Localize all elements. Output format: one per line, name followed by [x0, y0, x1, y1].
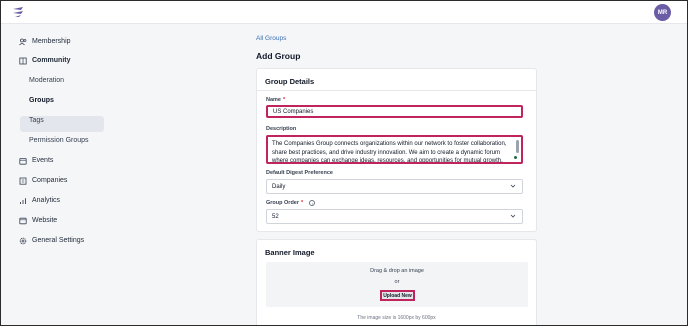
calendar-icon	[19, 157, 27, 165]
banner-image-card: Banner Image Drag & drop an image or Upl…	[256, 239, 537, 325]
dropzone-text: Drag & drop an image	[370, 268, 424, 274]
sidebar-item-website[interactable]: Website	[19, 213, 57, 228]
group-order-select[interactable]: 52	[266, 209, 523, 224]
sidebar-item-label: General Settings	[32, 237, 85, 244]
image-dropzone[interactable]: Drag & drop an image or Upload New	[266, 262, 528, 307]
sidebar-item-label: Companies	[32, 177, 68, 184]
sidebar-item-analytics[interactable]: Analytics	[19, 193, 60, 208]
digest-select[interactable]: Daily	[266, 179, 523, 194]
dropzone-or: or	[394, 279, 400, 285]
breadcrumb-all-groups[interactable]: All Groups	[256, 35, 286, 42]
required-marker: *	[282, 97, 286, 103]
chevron-down-icon	[510, 183, 516, 191]
info-icon[interactable]: i	[309, 200, 316, 206]
sidebar-item-label: Community	[32, 57, 71, 64]
description-text: The Companies Group connects organizatio…	[272, 141, 507, 164]
sidebar-item-general-settings[interactable]: General Settings	[19, 233, 84, 248]
sidebar-item-membership[interactable]: Membership	[19, 34, 71, 49]
sidebar-item-events[interactable]: Events	[19, 153, 53, 168]
required-marker: *	[301, 200, 304, 206]
sidebar-subitem-permission-groups[interactable]: Permission Groups	[29, 133, 89, 148]
sidebar-item-label: Analytics	[32, 197, 61, 204]
group-details-card: Group Details Name * US Companies Descrip…	[256, 68, 537, 232]
page-title: Add Group	[256, 51, 301, 61]
sidebar-item-label: Events	[32, 157, 54, 164]
description-textarea[interactable]: The Companies Group connects organizatio…	[266, 135, 523, 164]
name-label: Name *	[266, 97, 285, 103]
sidebar: Membership Community Moderation Groups T…	[1, 25, 241, 325]
sidebar-item-companies[interactable]: Companies	[19, 173, 67, 188]
digest-label: Default Digest Preference	[266, 170, 333, 176]
users-icon	[19, 38, 27, 46]
name-label-text: Name	[266, 97, 281, 103]
name-input[interactable]: US Companies	[266, 105, 523, 118]
browser-icon	[19, 217, 27, 225]
app-window: MR Membership Community Moderation Group…	[0, 0, 688, 326]
book-icon	[19, 57, 27, 65]
card-title: Group Details	[265, 77, 315, 86]
description-label: Description	[266, 126, 297, 132]
group-order-value: 52	[272, 213, 279, 220]
sidebar-item-label: Membership	[32, 38, 71, 45]
order-label: Group Order * i	[266, 200, 316, 206]
digest-value: Daily	[272, 183, 286, 190]
chart-icon	[19, 197, 27, 205]
sidebar-item-community[interactable]: Community	[19, 53, 71, 68]
gear-icon	[19, 237, 27, 245]
user-avatar[interactable]: MR	[654, 4, 671, 21]
upload-new-button[interactable]: Upload New	[380, 290, 415, 301]
sidebar-subitem-moderation[interactable]: Moderation	[29, 73, 64, 88]
sidebar-subitem-tags[interactable]: Tags	[29, 113, 44, 128]
sidebar-subitem-groups[interactable]: Groups	[29, 93, 54, 108]
top-bar: MR	[1, 1, 687, 24]
card-divider	[257, 90, 536, 91]
textarea-resize-handle[interactable]	[514, 156, 517, 159]
chevron-down-icon	[510, 213, 516, 221]
sidebar-item-label: Website	[32, 217, 58, 224]
image-size-hint: The image size is 1600px by 600px	[357, 315, 436, 321]
order-label-text: Group Order	[266, 200, 300, 206]
app-logo-icon[interactable]	[11, 6, 25, 18]
card-title: Banner Image	[265, 248, 315, 257]
building-icon	[19, 177, 27, 185]
textarea-scrollbar[interactable]	[516, 140, 519, 153]
